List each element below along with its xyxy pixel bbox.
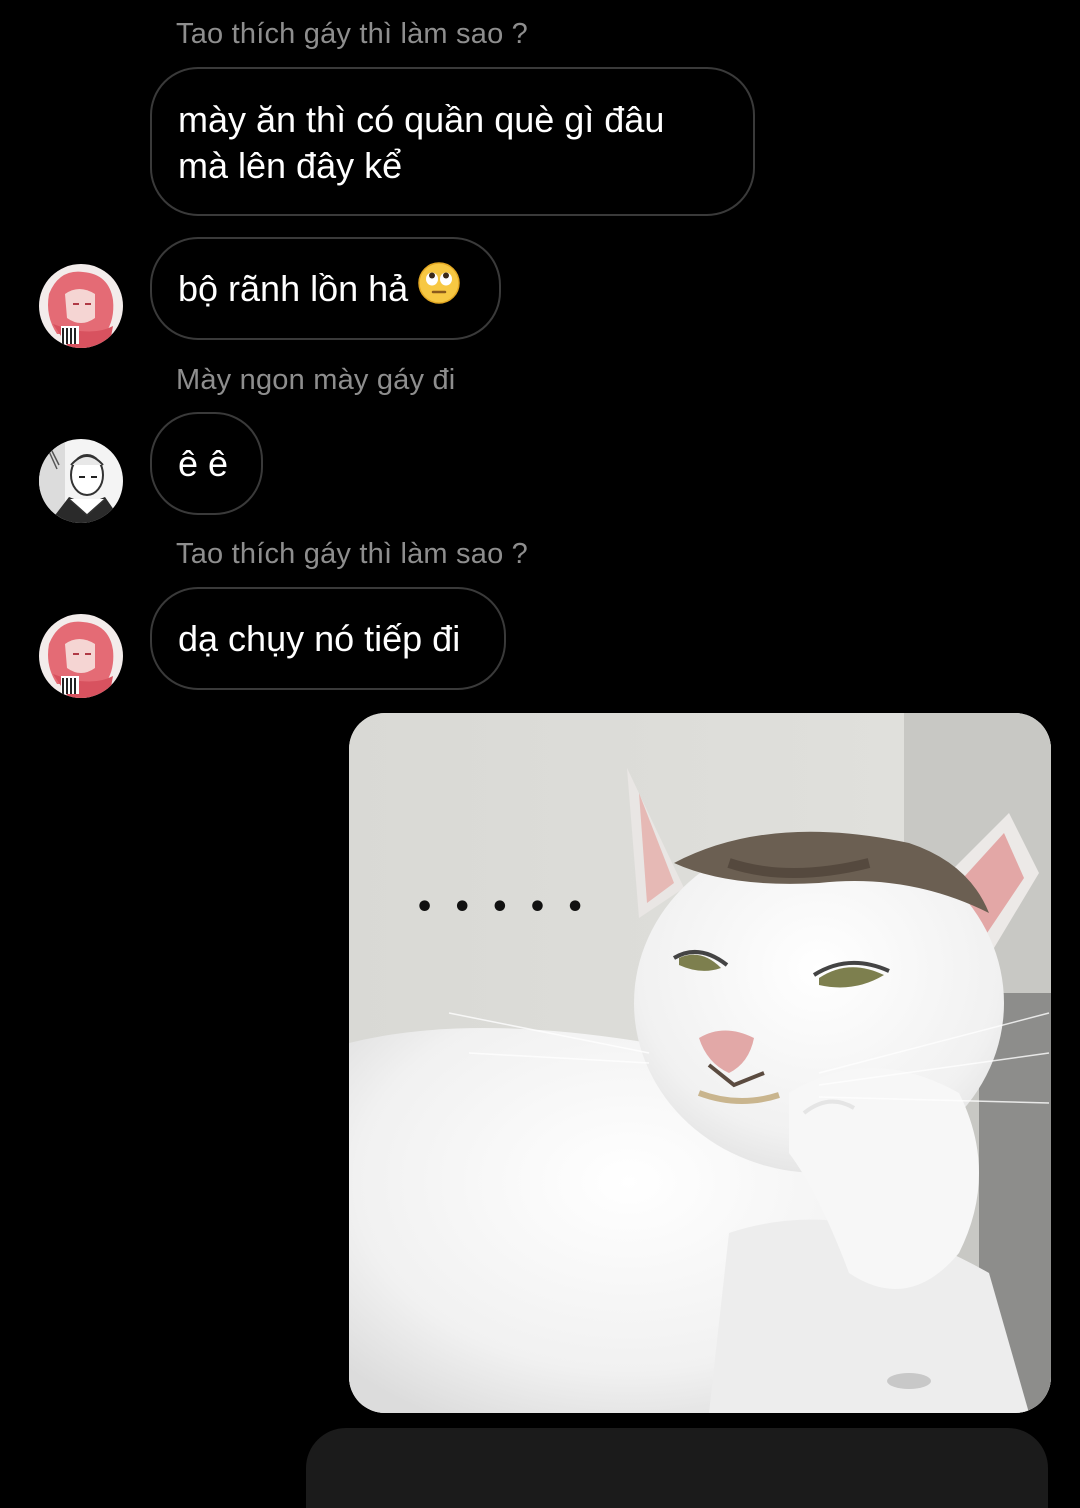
cat-illustration	[349, 713, 1051, 1413]
red-haired-avatar-image	[39, 264, 123, 348]
message-bubble[interactable]: ê ê	[150, 412, 263, 515]
avatar[interactable]	[39, 614, 123, 698]
next-message-bubble[interactable]	[306, 1428, 1048, 1508]
message-bubble[interactable]: mày ăn thì có quần què gì đâu mà lên đây…	[150, 67, 755, 216]
message-bubble[interactable]: bộ rãnh lồn hả	[150, 237, 501, 340]
message-text: ê ê	[178, 443, 229, 484]
monochrome-avatar-image	[39, 439, 123, 523]
ellipsis-caption: • • • • •	[415, 890, 589, 925]
reply-reference[interactable]: Mày ngon mày gáy đi	[176, 364, 455, 397]
red-haired-avatar-image	[39, 614, 123, 698]
reply-reference[interactable]: Tao thích gáy thì làm sao ?	[176, 538, 528, 571]
message-text: bộ rãnh lồn hả	[178, 268, 409, 309]
message-text: dạ chụy nó tiếp đi	[178, 618, 461, 659]
cat-meme-image[interactable]: • • • • •	[349, 713, 1051, 1413]
reply-reference[interactable]: Tao thích gáy thì làm sao ?	[176, 18, 528, 51]
message-text-line: mày ăn thì có quần què gì đâu	[178, 99, 665, 140]
avatar[interactable]	[39, 439, 123, 523]
message-bubble[interactable]: dạ chụy nó tiếp đi	[150, 587, 506, 690]
face-with-rolling-eyes-icon	[418, 262, 460, 315]
avatar[interactable]	[39, 264, 123, 348]
message-text-line: mà lên đây kể	[178, 145, 403, 186]
